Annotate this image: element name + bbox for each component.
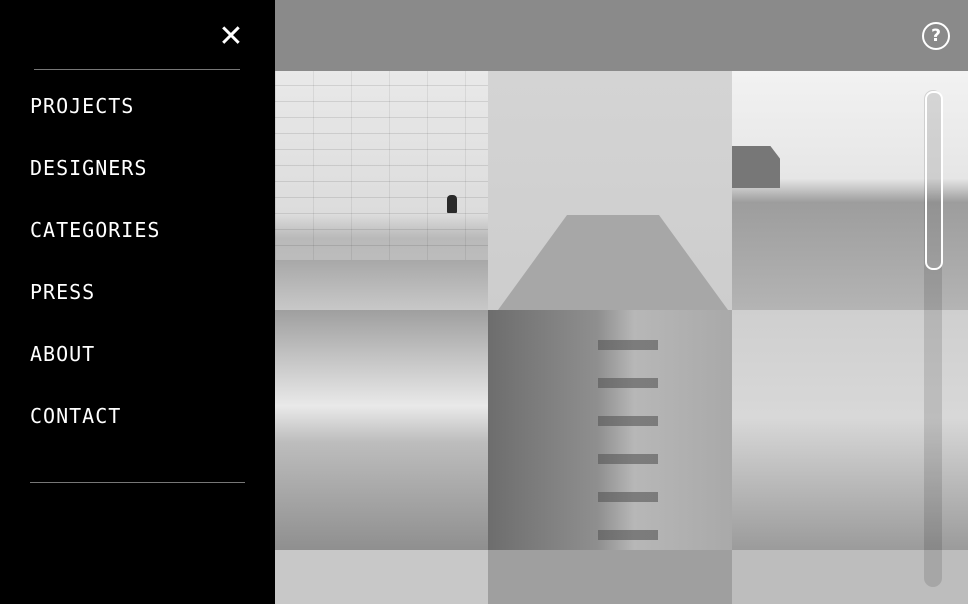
nav-item-about: ABOUT xyxy=(30,340,160,402)
nav-link-projects[interactable]: PROJECTS xyxy=(30,92,160,120)
nav-link-press[interactable]: PRESS xyxy=(30,278,160,306)
nav-link-about[interactable]: ABOUT xyxy=(30,340,160,368)
close-icon[interactable]: ✕ xyxy=(216,22,246,52)
nav-item-contact: CONTACT xyxy=(30,402,160,464)
top-bar: ? xyxy=(275,0,968,71)
help-icon[interactable]: ? xyxy=(922,22,950,50)
grid-image-fog-pier[interactable] xyxy=(488,71,732,310)
grid-image-building[interactable] xyxy=(488,310,732,550)
sidebar-menu: ✕ PROJECTS DESIGNERS CATEGORIES PRESS AB… xyxy=(0,0,275,604)
nav-link-contact[interactable]: CONTACT xyxy=(30,402,160,430)
grid-image-landscape[interactable] xyxy=(275,310,488,550)
building-windows xyxy=(598,320,658,540)
nav-item-press: PRESS xyxy=(30,278,160,340)
grid-image-roof[interactable] xyxy=(488,550,732,604)
nav-item-projects: PROJECTS xyxy=(30,92,160,154)
nav-item-categories: CATEGORIES xyxy=(30,216,160,278)
grid-image-stone-wall[interactable] xyxy=(275,71,488,310)
nav-list: PROJECTS DESIGNERS CATEGORIES PRESS ABOU… xyxy=(30,92,160,464)
grid-image-tree[interactable] xyxy=(275,550,488,604)
person-figure xyxy=(447,195,457,213)
nav-link-designers[interactable]: DESIGNERS xyxy=(30,154,160,182)
water xyxy=(275,260,488,310)
scrollbar-thumb[interactable] xyxy=(925,91,943,270)
divider xyxy=(30,482,245,483)
barn xyxy=(732,146,780,188)
divider xyxy=(34,69,240,70)
pier xyxy=(498,215,728,310)
nav-item-designers: DESIGNERS xyxy=(30,154,160,216)
image-grid xyxy=(275,71,968,604)
nav-link-categories[interactable]: CATEGORIES xyxy=(30,216,160,244)
